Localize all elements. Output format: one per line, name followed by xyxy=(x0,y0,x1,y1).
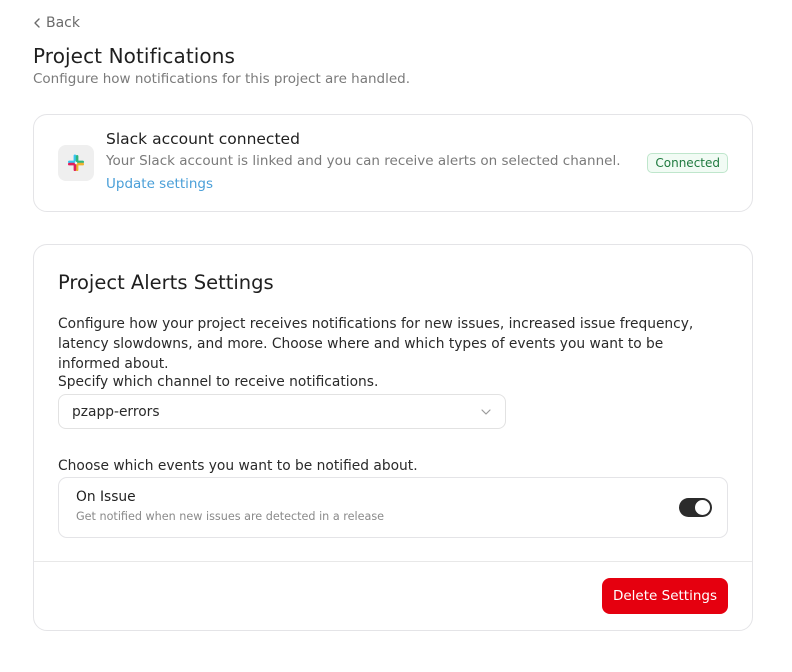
slack-description: Your Slack account is linked and you can… xyxy=(106,153,621,169)
chevron-left-icon xyxy=(34,18,40,28)
page-title: Project Notifications xyxy=(33,44,236,68)
alerts-settings-card: Project Alerts Settings Configure how yo… xyxy=(33,244,753,631)
slack-connection-card: Slack account connected Your Slack accou… xyxy=(33,114,753,212)
channel-select-value: pzapp-errors xyxy=(72,403,160,420)
chevron-down-icon xyxy=(481,408,491,415)
events-label: Choose which events you want to be notif… xyxy=(58,458,418,474)
delete-settings-button[interactable]: Delete Settings xyxy=(602,578,728,614)
event-title: On Issue xyxy=(76,489,136,505)
on-issue-toggle[interactable] xyxy=(679,498,712,517)
event-option-on-issue: On Issue Get notified when new issues ar… xyxy=(58,477,728,538)
alerts-description: Configure how your project receives noti… xyxy=(58,316,694,372)
page-subtitle: Configure how notifications for this pro… xyxy=(33,71,411,87)
divider xyxy=(34,561,752,562)
slack-title: Slack account connected xyxy=(106,130,300,148)
status-badge: Connected xyxy=(647,153,728,173)
update-settings-link[interactable]: Update settings xyxy=(106,176,213,192)
toggle-knob xyxy=(695,500,710,515)
slack-logo-icon xyxy=(58,145,94,181)
back-label: Back xyxy=(46,15,80,31)
event-description: Get notified when new issues are detecte… xyxy=(76,510,385,523)
alerts-title: Project Alerts Settings xyxy=(58,271,274,294)
back-link[interactable]: Back xyxy=(33,15,80,31)
page: Back Project Notifications Configure how… xyxy=(0,0,792,672)
channel-select[interactable]: pzapp-errors xyxy=(58,394,506,429)
channel-label: Specify which channel to receive notific… xyxy=(58,374,379,390)
